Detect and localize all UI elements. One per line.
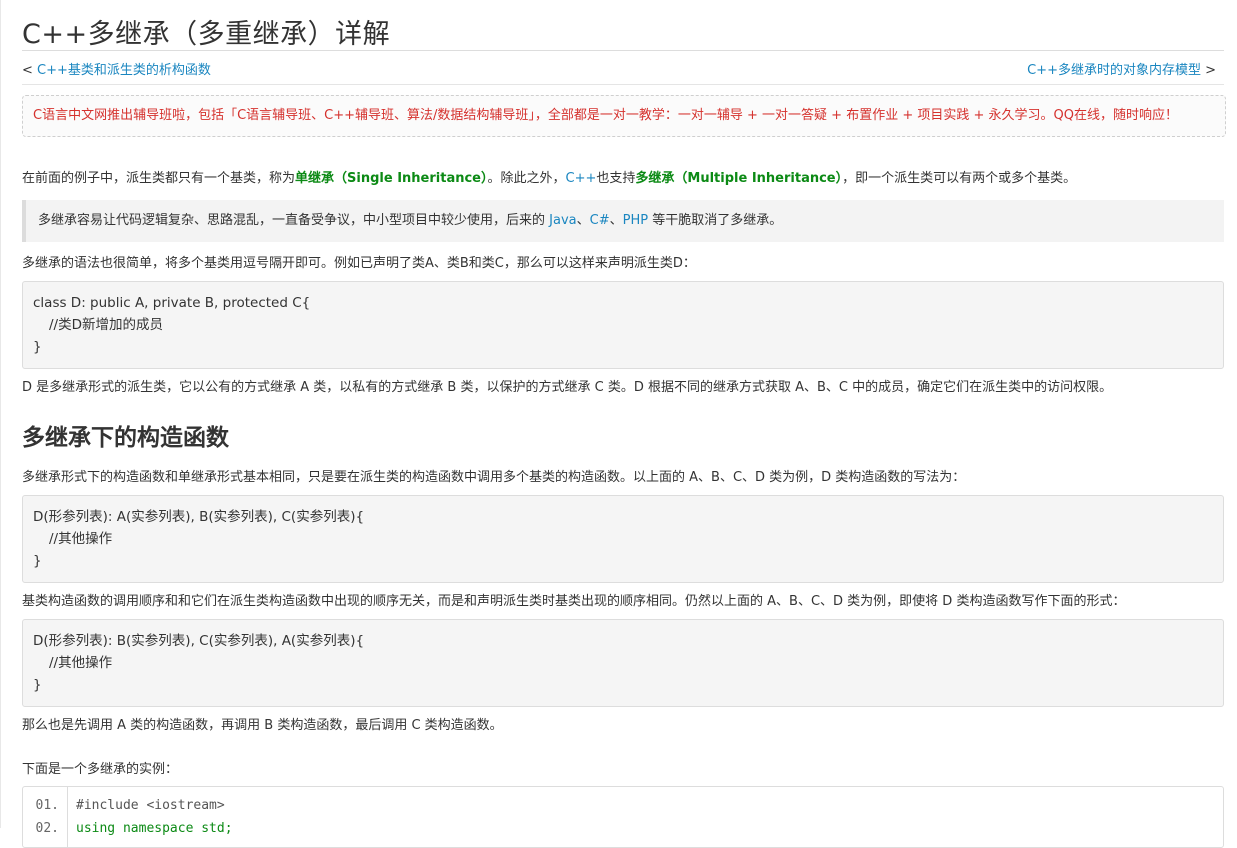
note-quote: 多继承容易让代码逻辑复杂、思路混乱，一直备受争议，中小型项目中较少使用，后来的 … bbox=[22, 200, 1224, 242]
intro-text-1: 在前面的例子中，派生类都只有一个基类，称为 bbox=[22, 171, 296, 186]
promo-notice[interactable]: C语言中文网推出辅导班啦，包括「C语言辅导班、C++辅导班、算法/数据结构辅导班… bbox=[22, 95, 1226, 137]
nav-divider bbox=[22, 84, 1224, 85]
code-line: } bbox=[33, 553, 42, 569]
code-line: D(形参列表): B(实参列表), C(实参列表), A(实参列表){ bbox=[33, 633, 365, 649]
single-inheritance-term: 单继承（Single Inheritance） bbox=[295, 171, 488, 186]
code-line: #include <iostream> bbox=[76, 798, 225, 813]
example-intro: 下面是一个多继承的实例： bbox=[22, 762, 179, 777]
code-line: D(形参列表): A(实参列表), B(实参列表), C(实参列表){ bbox=[33, 509, 365, 525]
section-heading: 多继承下的构造函数 bbox=[22, 425, 229, 451]
quote-text-1: 多继承容易让代码逻辑复杂、思路混乱，一直备受争议，中小型项目中较少使用，后来的 bbox=[38, 213, 550, 228]
multiple-inheritance-term: 多继承（Multiple Inheritance） bbox=[635, 171, 843, 186]
page-left-border bbox=[0, 0, 1, 828]
csharp-link[interactable]: C# bbox=[590, 213, 610, 228]
line-number-gutter: 01. 02. bbox=[23, 787, 68, 847]
example-code-block[interactable]: 01. 02. #include <iostream> using namesp… bbox=[22, 786, 1224, 848]
ctor-paragraph: 多继承形式下的构造函数和单继承形式基本相同，只是要在派生类的构造函数中调用多个基… bbox=[22, 470, 966, 485]
line-number: 02. bbox=[35, 821, 59, 836]
intro-text-2: 。除此之外， bbox=[487, 171, 566, 186]
next-arrow-icon: > bbox=[1200, 63, 1216, 78]
quote-sep-2: 、 bbox=[609, 213, 623, 228]
code-line: using namespace std; bbox=[76, 821, 233, 836]
title-divider bbox=[22, 50, 1224, 51]
code-block-ctor: D(形参列表): A(实参列表), B(实参列表), C(实参列表){ //其他… bbox=[22, 495, 1224, 583]
prev-article: < C++基类和派生类的析构函数 bbox=[22, 59, 211, 78]
code-line: //其他操作 bbox=[49, 531, 113, 547]
php-link[interactable]: PHP bbox=[623, 213, 648, 228]
quote-sep-1: 、 bbox=[576, 213, 590, 228]
intro-paragraph: 在前面的例子中，派生类都只有一个基类，称为单继承（Single Inherita… bbox=[22, 169, 1224, 189]
code-line: } bbox=[33, 677, 42, 693]
next-article-link[interactable]: C++多继承时的对象内存模型 bbox=[1027, 63, 1201, 78]
explain-paragraph: D 是多继承形式的派生类，它以公有的方式继承 A 类，以私有的方式继承 B 类，… bbox=[22, 380, 1113, 395]
java-link[interactable]: Java bbox=[549, 213, 576, 228]
next-article: C++多继承时的对象内存模型 > bbox=[1027, 59, 1216, 78]
page-title: C++多继承（多重继承）详解 bbox=[22, 19, 391, 50]
cpp-link[interactable]: C++ bbox=[566, 171, 597, 186]
prev-arrow-icon: < bbox=[22, 63, 38, 78]
order-paragraph: 基类构造函数的调用顺序和和它们在派生类构造函数中出现的顺序无关，而是和声明派生类… bbox=[22, 594, 1126, 609]
code-line: //其他操作 bbox=[49, 655, 113, 671]
code-block-ctor-reordered: D(形参列表): B(实参列表), C(实参列表), A(实参列表){ //其他… bbox=[22, 619, 1224, 707]
quote-text-2: 等干脆取消了多继承。 bbox=[648, 213, 783, 228]
code-line: //类D新增加的成员 bbox=[49, 317, 163, 333]
code-line: } bbox=[33, 339, 42, 355]
code-line: class D: public A, private B, protected … bbox=[33, 295, 311, 311]
intro-text-3: 也支持 bbox=[596, 171, 636, 186]
article-nav: < C++基类和派生类的析构函数 C++多继承时的对象内存模型 > bbox=[22, 59, 1224, 79]
code-block-class-decl: class D: public A, private B, protected … bbox=[22, 281, 1224, 369]
intro-text-4: ，即一个派生类可以有两个或多个基类。 bbox=[842, 171, 1077, 186]
syntax-paragraph: 多继承的语法也很简单，将多个基类用逗号隔开即可。例如已声明了类A、类B和类C，那… bbox=[22, 256, 696, 271]
line-number: 01. bbox=[35, 798, 59, 813]
prev-article-link[interactable]: C++基类和派生类的析构函数 bbox=[37, 63, 211, 78]
then-paragraph: 那么也是先调用 A 类的构造函数，再调用 B 类构造函数，最后调用 C 类构造函… bbox=[22, 718, 503, 733]
